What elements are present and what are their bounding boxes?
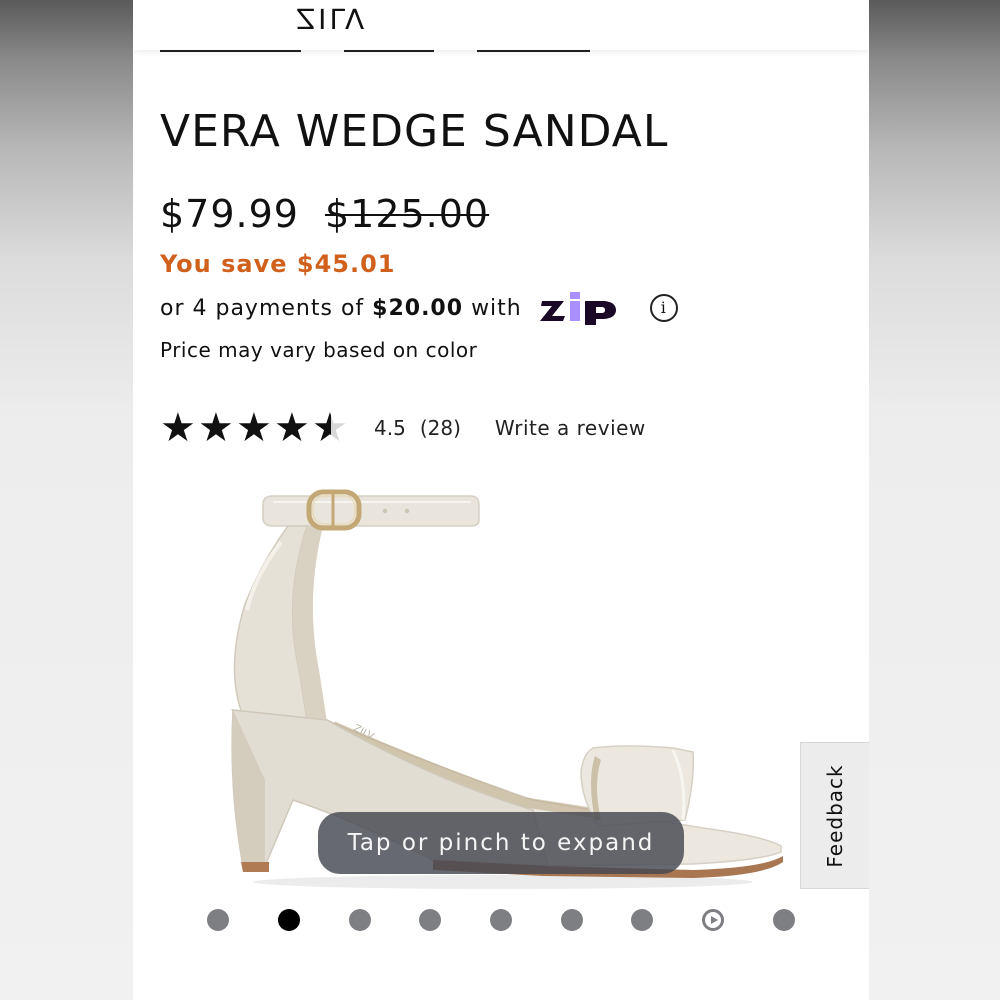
info-icon[interactable]: i <box>649 294 678 322</box>
write-review-link[interactable]: Write a review <box>495 416 646 440</box>
sale-price: $79.99 <box>160 192 299 236</box>
review-count[interactable]: (28) <box>420 416 461 440</box>
installment-amount: $20.00 <box>372 295 464 321</box>
price-row: $79.99 $125.00 <box>160 192 489 236</box>
product-page: ZILV VERA WEDGE SANDAL $79.99 $125.00 You… <box>133 0 869 1000</box>
gallery-dot[interactable] <box>490 909 512 931</box>
product-title: VERA WEDGE SANDAL <box>160 106 669 157</box>
installments-info: or 4 payments of $20.00 with i <box>160 290 678 326</box>
gallery-dot[interactable] <box>773 909 795 931</box>
rating-value: 4.5 <box>374 416 406 440</box>
rating-row: ★ ★ ★ ★ ★ 4.5 (28) Write a review <box>160 408 646 448</box>
star-icon: ★ <box>160 405 196 451</box>
top-header: ZILV <box>133 0 869 50</box>
feedback-tab[interactable]: Feedback <box>800 742 869 889</box>
original-price: $125.00 <box>324 192 490 236</box>
nav-link-underline[interactable] <box>477 50 590 52</box>
gallery-pagination <box>133 909 869 933</box>
gallery-dot[interactable] <box>419 909 441 931</box>
nav-link-underline[interactable] <box>160 50 301 52</box>
star-icon: ★ <box>274 405 310 451</box>
star-icon: ★ <box>198 405 234 451</box>
savings-text: You save $45.01 <box>160 250 396 278</box>
price-note: Price may vary based on color <box>160 338 478 362</box>
brand-logo[interactable]: ZILV <box>296 2 367 35</box>
expand-hint[interactable]: Tap or pinch to expand <box>318 812 684 874</box>
gallery-dot[interactable] <box>561 909 583 931</box>
gallery-dot[interactable] <box>631 909 653 931</box>
installments-suffix: with <box>471 295 522 321</box>
gallery-dot-active[interactable] <box>278 909 300 931</box>
half-star-icon: ★ <box>312 408 350 448</box>
video-play-icon[interactable] <box>702 909 724 931</box>
nav-link-underline[interactable] <box>344 50 434 52</box>
gallery-dot[interactable] <box>349 909 371 931</box>
feedback-label: Feedback <box>823 763 847 868</box>
zip-logo[interactable] <box>539 290 638 326</box>
gallery-dot[interactable] <box>207 909 229 931</box>
star-rating[interactable]: ★ ★ ★ ★ ★ <box>160 408 350 448</box>
star-icon: ★ <box>236 405 272 451</box>
installments-prefix: or 4 payments of <box>160 295 365 321</box>
